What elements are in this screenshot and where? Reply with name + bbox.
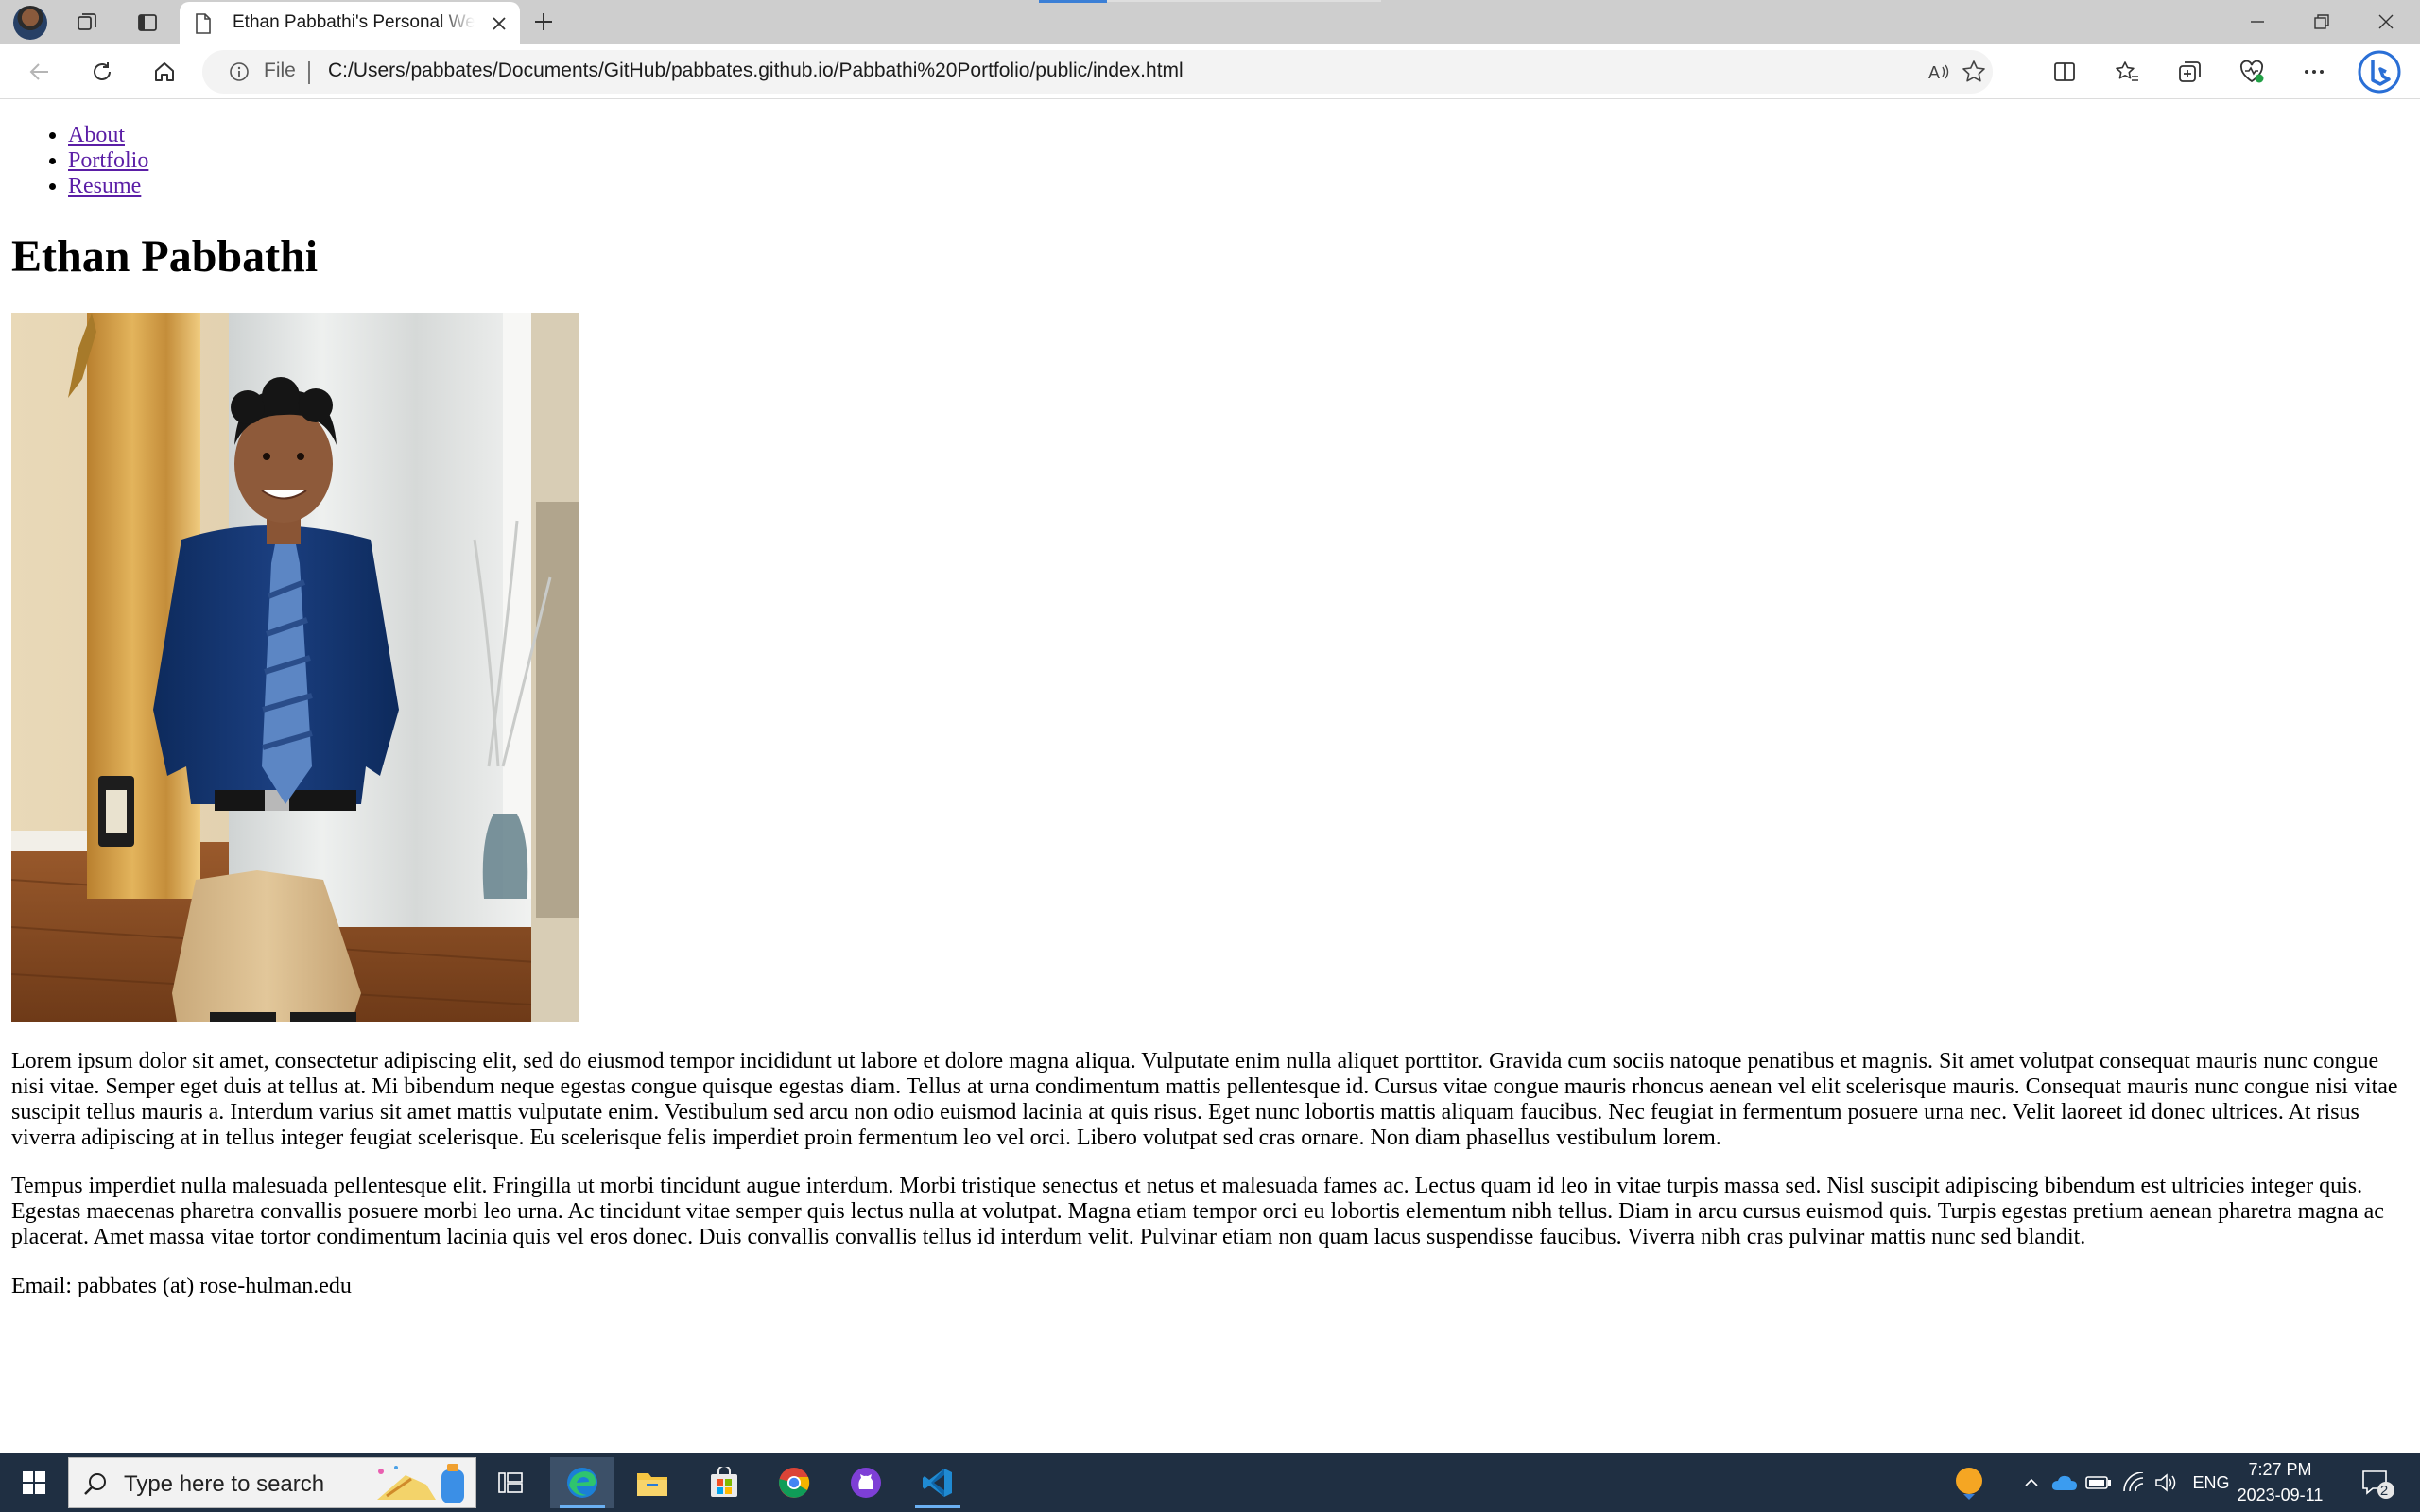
svg-text:A: A (1928, 63, 1940, 82)
progress-track (1107, 0, 1381, 2)
windows-start-icon[interactable] (11, 1464, 57, 1502)
new-tab-icon[interactable] (525, 3, 562, 41)
nav-link-resume[interactable]: Resume (68, 174, 141, 198)
home-icon[interactable] (146, 53, 183, 91)
clock-date: 2023-09-11 (2237, 1486, 2324, 1504)
site-nav: About Portfolio Resume (68, 123, 148, 199)
address-divider (308, 61, 310, 84)
search-highlight-art-icon (368, 1462, 474, 1507)
read-aloud-icon[interactable]: A (1921, 53, 1959, 91)
chevron-up-icon[interactable] (2015, 1453, 2048, 1512)
taskbar-clock[interactable]: 7:27 PM 2023-09-11 (2223, 1457, 2337, 1508)
progress-indicator (1039, 0, 1107, 3)
file-explorer-icon[interactable] (620, 1457, 684, 1508)
task-view-icon[interactable] (478, 1457, 543, 1508)
bio-paragraph-2: Tempus imperdiet nulla malesuada pellent… (11, 1174, 2384, 1249)
favorite-star-icon[interactable] (1955, 53, 1993, 91)
edge-taskbar-icon[interactable] (550, 1457, 614, 1508)
address-bar[interactable]: File C:/Users/pabbates/Documents/GitHub/… (202, 50, 1993, 94)
nav-item-about: About (68, 123, 148, 148)
nav-item-resume: Resume (68, 174, 148, 199)
close-window-icon[interactable] (2354, 0, 2418, 43)
microsoft-store-icon[interactable] (692, 1457, 756, 1508)
active-indicator (560, 1505, 605, 1508)
url-text[interactable]: C:/Users/pabbates/Documents/GitHub/pabba… (328, 60, 1184, 82)
page-viewport: About Portfolio Resume Ethan Pabbathi (0, 100, 2420, 1453)
refresh-icon[interactable] (83, 53, 121, 91)
browser-essentials-icon[interactable] (2233, 53, 2271, 91)
clock-time: 7:27 PM (2248, 1460, 2312, 1479)
workspaces-icon[interactable] (68, 4, 106, 42)
portrait-photo (11, 313, 579, 1022)
profile-avatar[interactable] (13, 6, 47, 40)
page-title: Ethan Pabbathi (11, 232, 319, 282)
close-tab-icon[interactable] (486, 10, 512, 37)
volume-icon[interactable] (2150, 1453, 2182, 1512)
nav-link-portfolio[interactable]: Portfolio (68, 148, 148, 173)
battery-icon[interactable] (2082, 1453, 2116, 1512)
document-icon (195, 13, 212, 34)
notification-count: 2 (2379, 1483, 2389, 1499)
more-options-icon[interactable] (2295, 53, 2333, 91)
nav-item-portfolio: Portfolio (68, 148, 148, 174)
nav-link-about[interactable]: About (68, 123, 125, 147)
onedrive-icon[interactable] (2048, 1453, 2082, 1512)
bio-paragraph-1: Lorem ipsum dolor sit amet, consectetur … (11, 1049, 2398, 1150)
minimize-icon[interactable] (2225, 0, 2290, 43)
search-placeholder: Type here to search (124, 1471, 325, 1497)
bing-chat-icon[interactable] (2358, 50, 2401, 94)
back-icon[interactable] (21, 53, 59, 91)
info-icon[interactable] (229, 61, 250, 82)
collections-icon[interactable] (2170, 53, 2208, 91)
windows-taskbar: Type here to search ENG 7:27 PM 2023-09-… (0, 1453, 2420, 1512)
contact-email: Email: pabbates (at) rose-hulman.edu (11, 1274, 352, 1298)
url-scheme: File (264, 60, 296, 81)
github-desktop-icon[interactable] (834, 1457, 898, 1508)
restore-icon[interactable] (2290, 0, 2354, 43)
browser-toolbar: File C:/Users/pabbates/Documents/GitHub/… (0, 44, 2420, 99)
vscode-icon[interactable] (906, 1457, 970, 1508)
tab-title: Ethan Pabbathi's Personal Website (233, 12, 475, 32)
running-indicator (915, 1505, 960, 1508)
split-screen-icon[interactable] (2046, 53, 2083, 91)
notification-center-icon[interactable]: 2 (2350, 1453, 2403, 1512)
wifi-icon[interactable] (2118, 1453, 2150, 1512)
weather-icon[interactable] (1945, 1453, 1993, 1512)
search-icon (82, 1471, 109, 1498)
chrome-icon[interactable] (762, 1457, 826, 1508)
taskbar-search[interactable]: Type here to search (68, 1457, 476, 1508)
tab-active[interactable]: Ethan Pabbathi's Personal Website (180, 2, 520, 44)
favorites-icon[interactable] (2108, 53, 2146, 91)
tab-actions-icon[interactable] (129, 4, 166, 42)
tab-strip: Ethan Pabbathi's Personal Website (0, 0, 2420, 44)
